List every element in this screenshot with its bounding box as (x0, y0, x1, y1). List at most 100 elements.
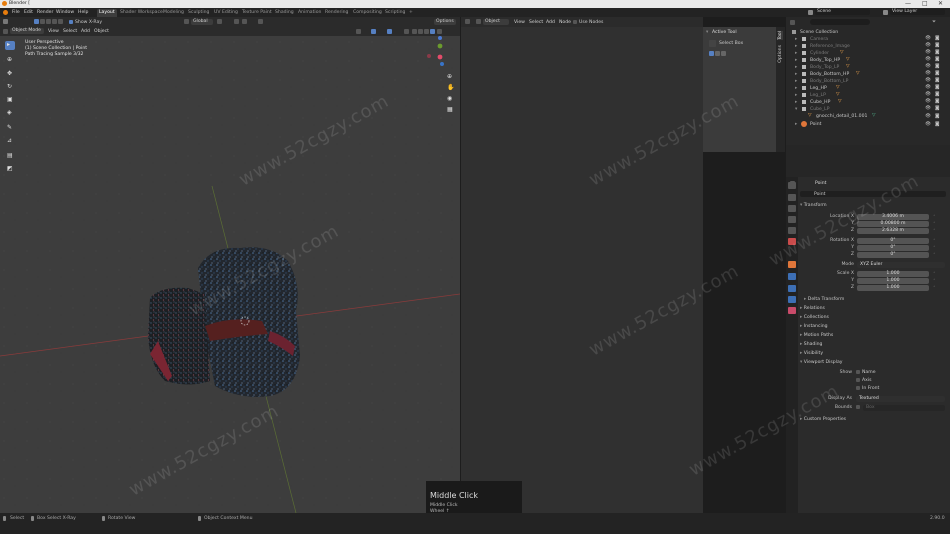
scale-y-field[interactable]: 1.000 (857, 278, 929, 284)
workspace-tab-uv-editing[interactable]: UV Editing (212, 9, 240, 17)
render-camera-icon[interactable]: ◙ (935, 92, 939, 97)
instancing-section-header[interactable]: ▸ Instancing (800, 324, 828, 329)
visibility-eye-icon[interactable]: 👁 (925, 71, 931, 76)
viewport-menu-select[interactable]: Select (63, 29, 77, 34)
delta-transform-section-header[interactable]: ▸ Delta Transform (804, 297, 844, 302)
rotation-y-field[interactable]: 0° (857, 245, 929, 251)
shading-section-header[interactable]: ▸ Shading (800, 342, 822, 347)
workspace-tab-shader[interactable]: Shader Workspace (118, 9, 165, 17)
mode-subtract-icon[interactable] (721, 51, 726, 56)
mode-extend-icon[interactable] (715, 51, 720, 56)
minimize-button[interactable]: — (905, 0, 911, 8)
node-menu-view[interactable]: View (514, 20, 525, 25)
location-y-field[interactable]: 0.00800 m (857, 221, 929, 227)
checkbox-icon[interactable] (802, 58, 806, 62)
blender-menu-icon[interactable] (3, 10, 8, 15)
checkbox-icon[interactable] (802, 86, 806, 90)
scale-z-field[interactable]: 1.000 (857, 285, 929, 291)
checkbox-icon[interactable] (802, 37, 806, 41)
render-camera-icon[interactable]: ◙ (935, 85, 939, 90)
3d-viewport[interactable]: User Perspective (1) Scene Collection | … (0, 36, 460, 513)
custom-properties-section-header[interactable]: ▸ Custom Properties (800, 417, 846, 422)
move-tool-icon[interactable]: ✥ (7, 70, 12, 77)
checkbox-icon[interactable] (802, 72, 806, 76)
shading-rendered-icon[interactable] (430, 29, 435, 34)
render-camera-icon[interactable]: ◙ (935, 78, 939, 83)
show-axis-checkbox[interactable] (856, 378, 860, 382)
visibility-eye-icon[interactable]: 👁 (925, 122, 931, 127)
active-tool-collapse-icon[interactable]: ▾ (706, 30, 708, 35)
location-z-field[interactable]: 2.6328 m (857, 228, 929, 234)
render-camera-icon[interactable]: ◙ (935, 122, 939, 127)
particle-props-tab[interactable] (788, 285, 796, 292)
render-camera-icon[interactable]: ◙ (935, 64, 939, 69)
motion-paths-section-header[interactable]: ▸ Motion Paths (800, 333, 833, 338)
visibility-eye-icon[interactable]: 👁 (925, 106, 931, 111)
visibility-eye-icon[interactable]: 👁 (925, 114, 931, 119)
bounds-checkbox[interactable] (856, 405, 860, 409)
ortho-toggle-icon[interactable]: ▦ (447, 106, 453, 113)
transform-tool-icon[interactable]: ◈ (7, 109, 12, 116)
render-camera-icon[interactable]: ◙ (935, 36, 939, 41)
transform-section-header[interactable]: ▾ Transform (800, 203, 827, 208)
pivot-icon[interactable] (217, 19, 222, 24)
pan-icon[interactable]: ✋ (447, 84, 454, 91)
menu-window[interactable]: Window (56, 10, 74, 15)
visibility-eye-icon[interactable]: 👁 (925, 36, 931, 41)
zoom-icon[interactable]: ⊕ (447, 73, 452, 80)
gizmo-icon[interactable] (371, 29, 376, 34)
lock-icon[interactable]: ◦ (933, 252, 936, 257)
use-nodes-checkbox[interactable] (573, 20, 577, 24)
rotation-mode-dropdown[interactable]: XYZ Euler (857, 262, 945, 268)
checkbox-icon[interactable] (802, 107, 806, 111)
outliner-row[interactable]: Scene Collection (786, 29, 950, 36)
viewport-display-section-header[interactable]: ▾ Viewport Display (800, 360, 843, 365)
workspace-tab-compositing[interactable]: Compositing (351, 9, 384, 17)
checkbox-icon[interactable] (802, 44, 806, 48)
properties-type-icon[interactable] (790, 181, 795, 186)
visibility-eye-icon[interactable]: 👁 (925, 57, 931, 62)
overlay-icon[interactable] (387, 29, 392, 34)
visibility-eye-icon[interactable]: 👁 (925, 78, 931, 83)
render-camera-icon[interactable]: ◙ (935, 114, 939, 119)
menu-render[interactable]: Render (37, 10, 53, 15)
annotate-tool-icon[interactable]: ✎ (7, 124, 12, 131)
workspace-tab-modeling[interactable]: Modeling (161, 9, 186, 17)
lock-icon[interactable]: ◦ (933, 228, 936, 233)
visibility-eye-icon[interactable]: 👁 (925, 43, 931, 48)
snap-icon[interactable] (234, 19, 239, 24)
display-as-dropdown[interactable]: Textured (856, 396, 945, 402)
menu-file[interactable]: File (12, 10, 20, 15)
rotation-x-field[interactable]: 0° (857, 238, 929, 244)
measure-tool-icon[interactable]: ⊿ (7, 137, 12, 144)
workspace-tab-texture-paint[interactable]: Texture Paint (240, 9, 274, 17)
tool-icon[interactable] (3, 19, 8, 24)
add-workspace-button[interactable]: + (407, 9, 415, 17)
shading-material-icon[interactable] (424, 29, 429, 34)
scene-props-tab[interactable] (788, 227, 796, 234)
mode-extend-selection-icon[interactable] (40, 19, 45, 24)
mode-intersect-selection-icon[interactable] (58, 19, 63, 24)
rotate-tool-icon[interactable]: ↻ (7, 83, 12, 90)
checkbox-icon[interactable] (802, 93, 806, 97)
lock-icon[interactable]: ◦ (933, 221, 936, 226)
bounds-dropdown[interactable]: Box (863, 405, 945, 411)
visibility-eye-icon[interactable]: 👁 (925, 50, 931, 55)
lock-icon[interactable]: ◦ (933, 245, 936, 250)
workspace-tab-sculpting[interactable]: Sculpting (186, 9, 211, 17)
lock-icon[interactable]: ◦ (933, 238, 936, 243)
node-menu-node[interactable]: Node (559, 20, 571, 25)
close-button[interactable]: ✕ (938, 0, 943, 8)
render-props-tab[interactable] (788, 194, 796, 201)
scene-selector[interactable]: Scene (815, 9, 870, 15)
workspace-tab-rendering[interactable]: Rendering (323, 9, 350, 17)
render-camera-icon[interactable]: ◙ (935, 57, 939, 62)
physics-props-tab[interactable] (788, 296, 796, 303)
lock-icon[interactable]: ◦ (933, 285, 936, 290)
xray-toggle-icon[interactable] (404, 29, 409, 34)
scale-tool-icon[interactable]: ▣ (7, 96, 13, 103)
viewport-menu-object[interactable]: Object (94, 29, 109, 34)
transform-orientation-dropdown[interactable]: Global (191, 19, 213, 25)
render-camera-icon[interactable]: ◙ (935, 43, 939, 48)
visibility-section-header[interactable]: ▸ Visibility (800, 351, 823, 356)
